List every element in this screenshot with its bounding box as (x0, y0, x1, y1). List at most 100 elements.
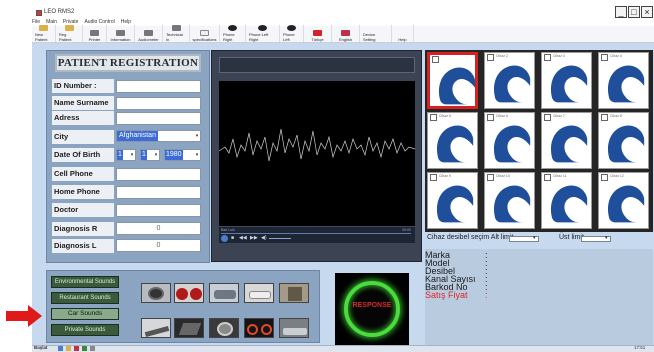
response-label: RESPONSE (352, 302, 392, 309)
car-sounds-button[interactable]: Car Sounds (51, 308, 119, 320)
city-label: City (52, 130, 114, 144)
stop-icon[interactable]: ■ (231, 235, 234, 241)
home-phone-input[interactable] (116, 186, 201, 199)
taskbar-app-icon[interactable] (58, 346, 63, 351)
hearing-aid-cell[interactable]: Cihaz 4 (598, 52, 649, 109)
sound-thumbnail[interactable] (209, 318, 239, 338)
environmental-sounds-button[interactable]: Environmental Sounds (51, 276, 119, 288)
diagnosis-l-input[interactable]: 0 (116, 239, 201, 252)
hearing-aid-cell[interactable] (427, 52, 478, 109)
sound-thumbnail[interactable] (244, 283, 274, 303)
taskbar-app-icon[interactable] (74, 346, 79, 351)
private-sounds-button[interactable]: Private Sounds (51, 324, 119, 336)
hearing-aid-checkbox[interactable] (430, 174, 437, 181)
hearing-aid-cell[interactable]: Cihaz 11 (541, 172, 592, 229)
printer-button[interactable]: Printer (83, 25, 107, 42)
dob-year-value: 1980 (165, 150, 183, 160)
doctor-input[interactable] (116, 204, 201, 217)
diagnosis-r-input[interactable]: 0 (116, 222, 201, 235)
seek-bar[interactable] (221, 233, 411, 234)
hearing-aid-cell[interactable]: Cihaz 2 (484, 52, 535, 109)
info-icon (116, 30, 125, 36)
audiometer-button[interactable]: Audiometer (135, 25, 163, 42)
phone-left-button[interactable]: Phone Left (280, 25, 304, 42)
hearing-aid-cell[interactable]: Cihaz 12 (598, 172, 649, 229)
hearing-aid-cell[interactable]: Cihaz 6 (484, 112, 535, 169)
restaurant-sounds-button[interactable]: Restaurant Sounds (51, 292, 119, 304)
device-setting-button[interactable]: Device Setting (360, 25, 392, 42)
hearing-aid-cell[interactable]: Cihaz 8 (598, 112, 649, 169)
response-button[interactable] (344, 281, 400, 337)
hearing-aid-checkbox[interactable] (430, 114, 437, 121)
name-surname-input[interactable] (116, 97, 201, 110)
diagnosis-r-label: Diagnosis R (52, 222, 114, 236)
video-info-bar (219, 57, 415, 73)
sound-thumbnail[interactable] (209, 283, 239, 303)
hearing-aid-checkbox[interactable] (601, 54, 608, 61)
chevron-down-icon: ▾ (195, 152, 199, 158)
phone-left-right-button[interactable]: Phone Left Right (246, 25, 280, 42)
ust-limit-select[interactable]: ▾ (581, 235, 611, 242)
hearing-aid-checkbox[interactable] (601, 174, 608, 181)
specifications-button[interactable]: specifications (190, 25, 220, 42)
hearing-aid-checkbox[interactable] (544, 174, 551, 181)
hearing-aid-cell[interactable]: Cihaz 9 (427, 172, 478, 229)
phone-right-button[interactable]: Phone Right (220, 25, 246, 42)
volume-slider[interactable] (269, 238, 291, 239)
maximize-button[interactable]: □ (628, 6, 640, 18)
headphones-icon (258, 25, 267, 31)
sound-thumbnail[interactable] (141, 318, 171, 338)
alt-limit-select[interactable]: ▾ (509, 235, 539, 242)
taskbar-app-icon[interactable] (90, 346, 95, 351)
sound-thumbnail[interactable] (279, 283, 309, 303)
toolbar: New Patient Reg Patient Printer Informat… (32, 25, 654, 43)
hearing-aid-checkbox[interactable] (544, 54, 551, 61)
volume-icon[interactable]: ◀) (261, 235, 267, 241)
hearing-aid-checkbox[interactable] (432, 56, 439, 63)
hearing-aid-icon (550, 125, 588, 163)
cell-phone-input[interactable] (116, 168, 201, 181)
previous-icon[interactable]: ◀◀ (239, 235, 247, 241)
address-label: Adress (52, 111, 114, 125)
hearing-aid-checkbox[interactable] (601, 114, 608, 121)
hearing-aid-cell[interactable]: Cihaz 10 (484, 172, 535, 229)
hearing-aid-checkbox[interactable] (544, 114, 551, 121)
id-number-input[interactable] (116, 80, 201, 93)
minimize-button[interactable]: _ (615, 6, 627, 18)
taskbar-app-icon[interactable] (66, 346, 71, 351)
play-button[interactable] (221, 235, 228, 242)
hearing-aid-cell[interactable]: Cihaz 3 (541, 52, 592, 109)
help-button[interactable]: Help (392, 25, 414, 42)
information-button[interactable]: Information (107, 25, 135, 42)
close-button[interactable]: × (641, 6, 653, 18)
start-button[interactable]: Başlat (34, 345, 48, 350)
sound-thumbnail[interactable] (174, 283, 204, 303)
turkish-button[interactable]: Türkçe (304, 25, 332, 42)
sound-thumbnail[interactable] (279, 318, 309, 338)
hearing-aid-cell[interactable]: Cihaz 5 (427, 112, 478, 169)
audiometer-icon (144, 30, 153, 36)
sound-thumbnail[interactable] (174, 318, 204, 338)
sound-thumbnail[interactable] (141, 283, 171, 303)
hearing-aid-icon (607, 125, 645, 163)
reg-patient-button[interactable]: Reg Patient (56, 25, 83, 42)
hearing-aid-checkbox[interactable] (487, 54, 494, 61)
taskbar (32, 345, 654, 352)
satis-fiyat-value: : (485, 290, 488, 300)
hearing-aid-label: Cihaz 2 (496, 54, 508, 58)
turkey-flag-icon (313, 30, 322, 36)
taskbar-icons (58, 346, 118, 351)
new-patient-button[interactable]: New Patient (32, 25, 56, 42)
red-arrow-icon (6, 305, 42, 327)
hearing-aid-cell[interactable]: Cihaz 7 (541, 112, 592, 169)
technical-button[interactable]: Technical in (163, 25, 190, 42)
address-input[interactable] (116, 112, 201, 125)
hearing-aid-checkbox[interactable] (487, 174, 494, 181)
taskbar-app-icon[interactable] (82, 346, 87, 351)
english-button[interactable]: English (332, 25, 360, 42)
hearing-aid-checkbox[interactable] (487, 114, 494, 121)
hearing-aid-icon (493, 65, 531, 103)
next-icon[interactable]: ▶▶ (250, 235, 258, 241)
sound-thumbnail[interactable] (244, 318, 274, 338)
desibel-selection-row: Cihaz desibel seçim Alt limit ▾ Üst limi… (425, 234, 653, 244)
